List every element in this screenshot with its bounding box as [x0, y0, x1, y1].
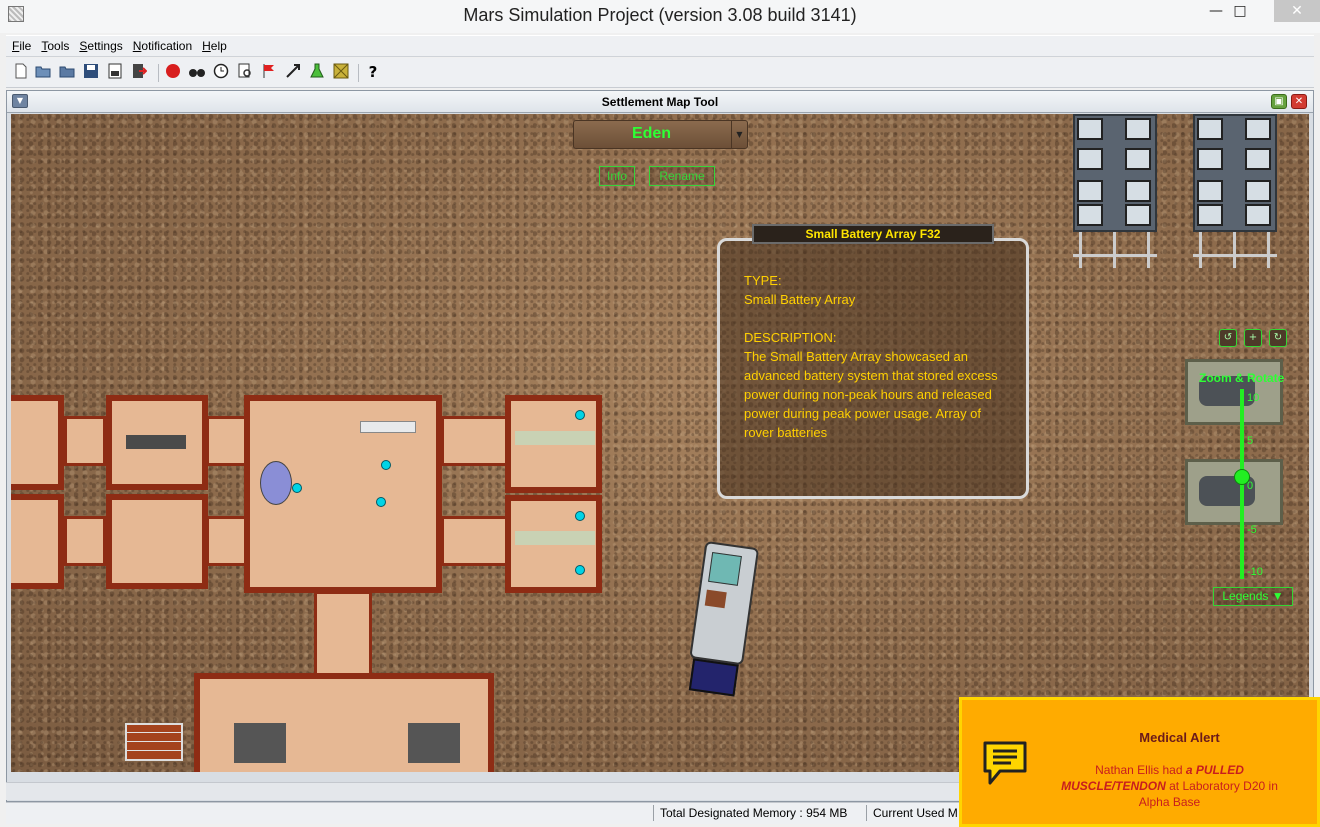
app-window: Mars Simulation Project (version 3.08 bu… — [0, 0, 1320, 827]
used-memory-status: Current Used M — [873, 806, 958, 820]
menu-notification[interactable]: Notification — [127, 36, 196, 53]
hallway[interactable] — [441, 516, 511, 566]
open-folder-icon[interactable] — [34, 63, 52, 81]
type-label: TYPE: — [744, 273, 782, 288]
tool-window-title: Settlement Map Tool — [601, 95, 719, 109]
person-marker[interactable] — [575, 410, 585, 420]
person-marker[interactable] — [381, 460, 391, 470]
quarters-building[interactable] — [505, 495, 602, 593]
hallway[interactable] — [206, 416, 248, 466]
frame-restore-button[interactable]: ▣ — [1271, 94, 1287, 109]
building-info-panel: TYPE: Small Battery Array DESCRIPTION: T… — [717, 238, 1029, 499]
center-icon[interactable]: + — [1244, 329, 1262, 347]
menu-settings[interactable]: Settings — [73, 36, 126, 53]
menu-bar: File Tools Settings Notification Help — [6, 35, 1314, 57]
new-file-icon[interactable] — [12, 63, 30, 81]
hallway[interactable] — [64, 416, 106, 466]
battery-array-right[interactable] — [1193, 114, 1277, 232]
legends-button[interactable]: Legends ▼ — [1213, 587, 1293, 606]
menu-tools[interactable]: Tools — [35, 36, 73, 53]
settlement-name: Eden — [631, 125, 672, 142]
hallway[interactable] — [314, 591, 372, 676]
building[interactable] — [11, 395, 64, 490]
rename-button[interactable]: Rename — [649, 166, 715, 186]
flag-icon[interactable] — [260, 63, 278, 81]
quarters-building[interactable] — [505, 395, 602, 493]
close-button[interactable]: ✕ — [1274, 0, 1320, 22]
notification-title: Medical Alert — [1139, 730, 1220, 745]
person-marker[interactable] — [575, 511, 585, 521]
central-hub-building[interactable] — [244, 395, 442, 593]
save-as-icon[interactable] — [106, 63, 124, 81]
info-button[interactable]: Info — [599, 166, 635, 186]
person-marker[interactable] — [575, 565, 585, 575]
help-icon[interactable]: ? — [364, 63, 382, 81]
memory-status: Total Designated Memory : 954 MB — [660, 806, 848, 820]
notification-text: Nathan Ellis had — [1095, 763, 1186, 777]
frame-close-button[interactable]: ✕ — [1291, 94, 1307, 109]
flask-icon[interactable] — [308, 63, 326, 81]
notification-text: Alpha Base — [1138, 795, 1201, 809]
hallway[interactable] — [206, 516, 248, 566]
rover[interactable] — [681, 540, 763, 697]
description-label: DESCRIPTION: — [744, 330, 837, 345]
garage-building[interactable] — [194, 673, 494, 772]
type-value: Small Battery Array — [744, 292, 856, 307]
storage-building[interactable] — [125, 723, 183, 761]
notification-popup[interactable]: Medical Alert Nathan Ellis had a PULLED … — [959, 697, 1320, 827]
crate-icon[interactable] — [332, 63, 350, 81]
open-file-icon[interactable] — [58, 63, 76, 81]
maximize-button[interactable]: □ — [1217, 0, 1263, 22]
notification-emphasis: MUSCLE/TENDON — [1061, 779, 1166, 793]
binoculars-icon[interactable] — [188, 63, 206, 81]
zoom-tick: -5 — [1247, 524, 1257, 536]
rocket-icon[interactable] — [284, 63, 302, 81]
notification-body: Nathan Ellis had a PULLED MUSCLE/TENDON … — [1042, 762, 1297, 810]
person-marker[interactable] — [376, 497, 386, 507]
menu-file[interactable]: File — [6, 36, 35, 53]
zoom-tick: 0 — [1247, 480, 1254, 492]
settlement-map-tool-window: ▼ Settlement Map Tool ▣ ✕ Eden ▼ Info Re… — [6, 90, 1314, 802]
notification-emphasis: a PULLED — [1185, 763, 1244, 777]
settlement-map[interactable]: Eden ▼ Info Rename Small Battery Array F… — [11, 114, 1309, 772]
info-panel-title: Small Battery Array F32 — [752, 224, 994, 244]
building[interactable] — [106, 494, 208, 589]
rotate-cw-icon[interactable]: ↻ — [1269, 329, 1287, 347]
zoom-rotate-label: Zoom & Rotate — [1199, 371, 1285, 385]
hallway[interactable] — [441, 416, 511, 466]
hallway[interactable] — [64, 516, 106, 566]
chevron-down-icon[interactable]: ▼ — [731, 121, 747, 148]
building[interactable] — [106, 395, 208, 490]
settlement-selector[interactable]: Eden ▼ — [573, 120, 748, 149]
person-marker[interactable] — [292, 483, 302, 493]
notification-text: at Laboratory D20 in — [1165, 779, 1278, 793]
menu-help[interactable]: Help — [196, 36, 231, 53]
clock-icon[interactable] — [212, 63, 230, 81]
rotate-ccw-icon[interactable]: ↺ — [1219, 329, 1237, 347]
search-doc-icon[interactable] — [236, 63, 254, 81]
battery-array-left[interactable] — [1073, 114, 1157, 232]
zoom-tick: -10 — [1247, 566, 1263, 578]
toolbar: ? — [6, 58, 1314, 88]
message-icon — [982, 740, 1028, 785]
title-bar: Mars Simulation Project (version 3.08 bu… — [0, 0, 1320, 33]
building[interactable] — [11, 494, 64, 589]
save-icon[interactable] — [82, 63, 100, 81]
tool-window-titlebar: ▼ Settlement Map Tool ▣ ✕ — [7, 91, 1313, 113]
window-title: Mars Simulation Project (version 3.08 bu… — [463, 5, 857, 25]
exit-icon[interactable] — [130, 63, 148, 81]
zoom-tick: 10 — [1247, 392, 1260, 404]
zoom-tick: 5 — [1247, 435, 1254, 447]
mars-globe-icon[interactable] — [164, 63, 182, 81]
description-text: The Small Battery Array showcased an adv… — [744, 349, 998, 440]
